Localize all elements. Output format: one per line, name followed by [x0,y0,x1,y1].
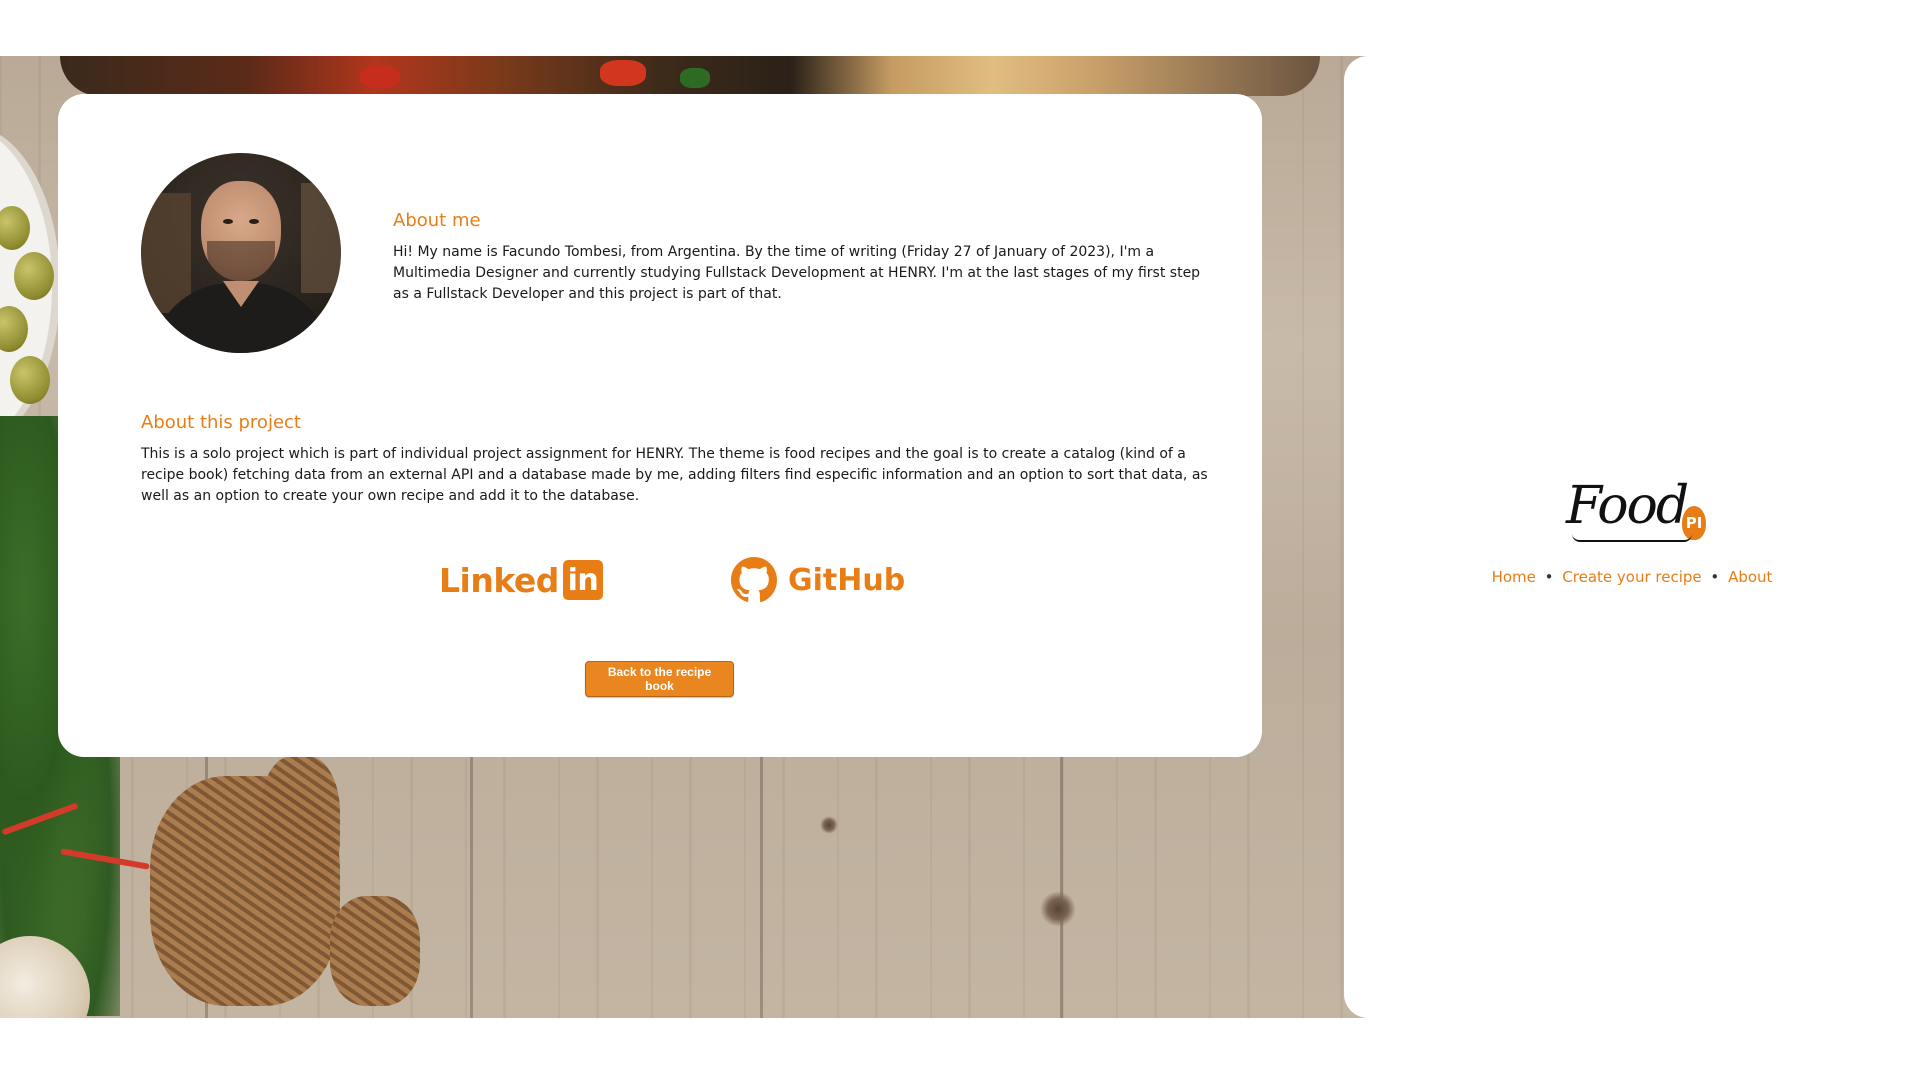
about-me-title: About me [393,210,481,231]
food-pi-logo[interactable]: Food PI [1562,476,1712,556]
github-icon [731,557,778,603]
avatar-beard [207,241,275,285]
pepper-decoration [600,60,646,86]
logo-swash [1572,534,1692,542]
avatar-eye [223,219,233,224]
nav-separator: • [1544,568,1554,586]
olive [10,356,50,404]
side-panel: Food PI Home • Create your recipe • Abou… [1344,56,1920,1018]
nav-about[interactable]: About [1728,568,1772,586]
avatar-background [301,183,341,293]
pepper-decoration [360,66,400,88]
avatar-background [141,193,191,313]
pasta-decoration [330,896,420,1006]
back-to-recipe-book-button[interactable]: Back to the recipe book [585,661,734,697]
pepper-decoration [680,68,710,88]
linkedin-icon: in [562,560,603,600]
wood-knot [820,816,838,834]
about-me-text: Hi! My name is Facundo Tombesi, from Arg… [393,244,1201,302]
wood-knot [1040,891,1076,927]
avatar [141,153,341,353]
linkedin-label: Linked [439,560,559,600]
github-label: GitHub [788,562,906,598]
avatar-eye [249,219,259,224]
about-project-title: About this project [141,412,301,433]
food-pan-decoration [60,56,1320,96]
nav-home[interactable]: Home [1492,568,1536,586]
logo-text: Food [1566,476,1689,536]
pasta-decoration [260,756,340,896]
about-project-text: This is a solo project which is part of … [141,446,1208,504]
side-nav: Home • Create your recipe • About [1344,568,1920,586]
about-card: About me Hi! My name is Facundo Tombesi,… [58,94,1262,757]
github-link[interactable]: GitHub [730,556,905,604]
olive [14,252,54,300]
linkedin-link[interactable]: Linked in [439,560,603,600]
nav-separator: • [1710,568,1720,586]
nav-create-recipe[interactable]: Create your recipe [1562,568,1701,586]
